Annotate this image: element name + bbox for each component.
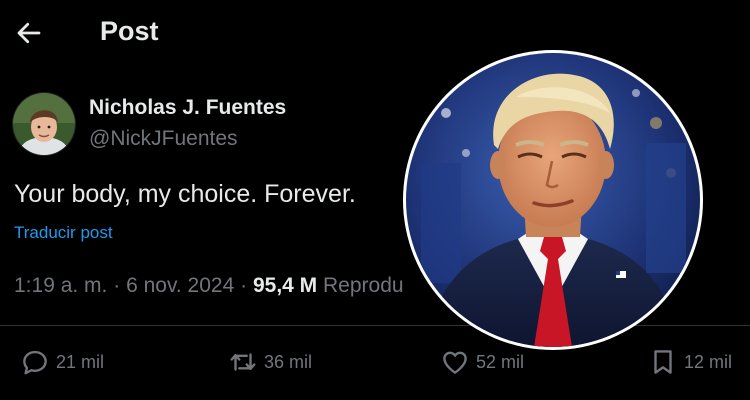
bookmark-button[interactable]: 12 mil: [648, 344, 732, 380]
views-label: Reprodu: [323, 274, 404, 297]
like-count: 52 mil: [476, 351, 525, 372]
meta-separator: ·: [113, 274, 121, 297]
post-time[interactable]: 1:19 a. m.: [14, 274, 107, 297]
like-button[interactable]: 52 mil: [440, 344, 524, 380]
bookmark-icon: [654, 350, 672, 374]
repost-count: 36 mil: [264, 351, 313, 372]
avatar-image: [13, 93, 75, 155]
translate-post-link[interactable]: Traducir post: [14, 223, 113, 243]
post-header: Post: [0, 0, 750, 66]
repost-button[interactable]: 36 mil: [228, 344, 312, 380]
author-display-name[interactable]: Nicholas J. Fuentes: [89, 96, 286, 120]
divider: [0, 325, 750, 326]
post-meta: 1:19 a. m. · 6 nov. 2024 · 95,4 M Reprod…: [14, 274, 434, 298]
repost-icon: [230, 353, 256, 371]
post-date[interactable]: 6 nov. 2024: [126, 274, 234, 297]
page-title: Post: [100, 16, 159, 46]
meta-separator: ·: [240, 274, 248, 297]
reply-icon: [23, 350, 47, 375]
author-handle[interactable]: @NickJFuentes: [89, 127, 238, 151]
reply-button[interactable]: 21 mil: [20, 344, 104, 380]
circular-photo-frame: [403, 50, 703, 350]
avatar[interactable]: [13, 93, 75, 155]
arrow-left-icon: [17, 22, 41, 44]
heart-icon: [443, 351, 467, 374]
bookmark-count: 12 mil: [684, 351, 733, 372]
views-count: 95,4 M: [252, 274, 318, 297]
portrait-photo: [406, 53, 700, 347]
back-button[interactable]: [14, 18, 44, 48]
reply-count: 21 mil: [56, 351, 105, 372]
post-text: Your body, my choice. Forever.: [14, 180, 356, 208]
